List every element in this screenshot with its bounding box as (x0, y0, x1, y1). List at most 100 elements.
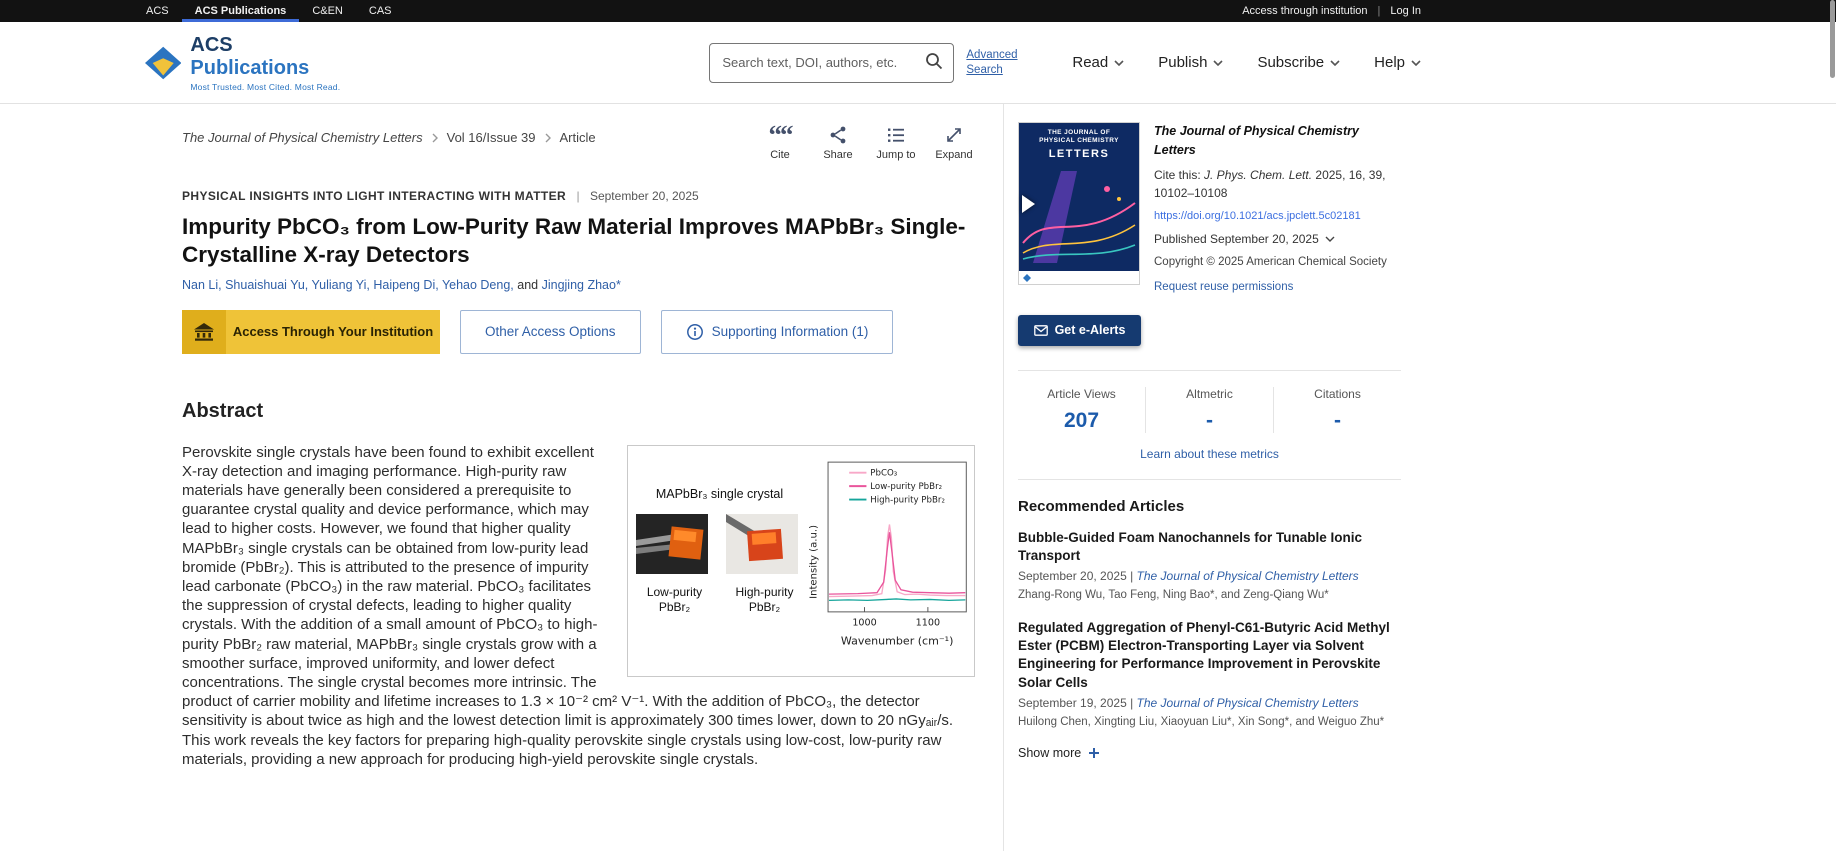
article-tools: ““ Cite Share Jump to (759, 124, 975, 161)
author-link[interactable]: Haipeng Di, (373, 278, 442, 292)
chevron-down-icon (1114, 60, 1124, 66)
metric-citations: Citations - (1273, 387, 1401, 433)
nav-subscribe[interactable]: Subscribe (1257, 54, 1340, 71)
recommended-heading: Recommended Articles (1018, 498, 1401, 515)
cover-line2: PHYSICAL CHEMISTRY (1039, 137, 1119, 144)
info-icon (686, 323, 704, 341)
logo-title-acs: ACS (190, 34, 232, 56)
learn-about-metrics-link[interactable]: Learn about these metrics (1018, 447, 1401, 461)
publication-date: September 20, 2025 (590, 189, 699, 203)
login-link[interactable]: Log In (1390, 0, 1421, 22)
recommended-article-date: September 20, 2025 | (1018, 569, 1133, 583)
published-date: Published September 20, 2025 (1154, 230, 1319, 248)
journal-cover[interactable]: THE JOURNAL OF PHYSICAL CHEMISTRY LETTER… (1018, 122, 1140, 285)
recommended-article: Regulated Aggregation of Phenyl-C61-Buty… (1018, 619, 1401, 730)
photo1-caption: Low-purity PbBr₂ (636, 585, 714, 615)
access-institution-button[interactable]: Access Through Your Institution (182, 310, 440, 354)
jump-to-button[interactable]: Jump to (875, 124, 917, 161)
search-button[interactable] (918, 47, 950, 79)
legend-low-purity: Low-purity PbBr₂ (870, 482, 942, 492)
access-institution-label: Access Through Your Institution (226, 324, 440, 339)
cite-icon: ““ (769, 124, 792, 146)
chevron-right-icon (545, 133, 551, 143)
breadcrumb: The Journal of Physical Chemistry Letter… (182, 124, 596, 145)
logo-text: ACS Publications Most Trusted. Most Cite… (190, 34, 350, 92)
chevron-down-icon (1330, 60, 1340, 66)
expand-button[interactable]: Expand (933, 124, 975, 161)
topbar-cen-link[interactable]: C&EN (299, 0, 356, 22)
citations-label: Citations (1274, 387, 1401, 401)
cite-journal-abbr: J. Phys. Chem. Lett. (1204, 168, 1312, 182)
doi-link[interactable]: https://doi.org/10.1021/acs.jpclett.5c02… (1154, 208, 1401, 225)
author-link[interactable]: Jingjing Zhao* (542, 278, 621, 292)
high-purity-crystal-photo (726, 514, 798, 574)
article-category-row: PHYSICAL INSIGHTS INTO LIGHT INTERACTING… (182, 189, 975, 203)
breadcrumb-issue[interactable]: Vol 16/Issue 39 (447, 130, 536, 145)
other-access-options-button[interactable]: Other Access Options (460, 310, 641, 354)
request-reuse-permissions-link[interactable]: Request reuse permissions (1154, 281, 1293, 293)
cover-publisher-strip (1019, 271, 1139, 284)
site-header: ACS Publications Most Trusted. Most Cite… (0, 22, 1836, 104)
expand-label: Expand (935, 149, 972, 161)
access-through-institution-link[interactable]: Access through institution (1242, 0, 1367, 22)
crystal-label: MAPbBr₃ single crystal (656, 486, 783, 502)
recommended-article-authors: Huilong Chen, Xingting Liu, Xiaoyuan Liu… (1018, 714, 1401, 730)
recommended-article-title[interactable]: Regulated Aggregation of Phenyl-C61-Buty… (1018, 619, 1401, 692)
article-title: Impurity PbCO₃ from Low-Purity Raw Mater… (182, 213, 975, 270)
x-tick-1000: 1000 (852, 617, 876, 628)
topbar-separator: | (1378, 0, 1381, 22)
cite-prefix: Cite this: (1154, 168, 1204, 182)
nav-read-label: Read (1072, 54, 1108, 71)
author-link[interactable]: Yehao Deng, (442, 278, 517, 292)
author-link[interactable]: Nan Li, (182, 278, 225, 292)
share-button[interactable]: Share (817, 124, 859, 161)
logo-tagline: Most Trusted. Most Cited. Most Read. (190, 82, 350, 92)
spectrum-panel: PbCO₃ Low-purity PbBr₂ High-purity PbBr₂… (805, 446, 974, 676)
other-access-options-label: Other Access Options (485, 324, 616, 339)
legend-high-purity: High-purity PbBr₂ (870, 495, 945, 505)
institution-bank-icon (182, 310, 226, 354)
nav-help[interactable]: Help (1374, 54, 1421, 71)
cover-line3: LETTERS (1022, 147, 1136, 161)
topbar: ACS ACS Publications C&EN CAS Access thr… (0, 0, 1836, 22)
show-more-button[interactable]: Show more (1018, 746, 1401, 760)
journal-title[interactable]: The Journal of Physical Chemistry Letter… (1154, 122, 1401, 160)
recommended-article-title[interactable]: Bubble-Guided Foam Nanochannels for Tuna… (1018, 529, 1401, 565)
article-sidebar: THE JOURNAL OF PHYSICAL CHEMISTRY LETTER… (1003, 104, 1421, 851)
nav-read[interactable]: Read (1072, 54, 1124, 71)
author-link[interactable]: Yuliang Yi, (312, 278, 374, 292)
author-list: Nan Li, Shuaishuai Yu, Yuliang Yi, Haipe… (182, 278, 975, 292)
supporting-information-button[interactable]: Supporting Information (1) (661, 310, 894, 354)
topbar-cas-link[interactable]: CAS (356, 0, 405, 22)
altmetric-label: Altmetric (1146, 387, 1273, 401)
nav-help-label: Help (1374, 54, 1405, 71)
publication-history-toggle[interactable]: Published September 20, 2025 (1154, 230, 1401, 248)
journal-cover-art (1019, 163, 1139, 263)
get-e-alerts-label: Get e-Alerts (1055, 323, 1126, 337)
main-nav: Read Publish Subscribe Help (1072, 54, 1421, 71)
envelope-icon (1034, 325, 1048, 336)
author-link[interactable]: Shuaishuai Yu, (225, 278, 311, 292)
abstract-graphic: MAPbBr₃ single crystal Low-purity PbBr₂ (627, 445, 975, 677)
play-icon[interactable] (1022, 195, 1035, 213)
search-icon (924, 51, 944, 71)
plus-icon (1088, 747, 1100, 759)
chevron-right-icon (432, 133, 438, 143)
recommended-article-journal-link[interactable]: The Journal of Physical Chemistry Letter… (1137, 569, 1359, 583)
topbar-acs-publications-link[interactable]: ACS Publications (182, 0, 300, 22)
cover-line1: THE JOURNAL OF (1048, 129, 1111, 136)
recommended-articles: Recommended Articles Bubble-Guided Foam … (1018, 479, 1401, 761)
advanced-search-link[interactable]: Advanced Search (966, 48, 1028, 78)
recommended-article-journal-link[interactable]: The Journal of Physical Chemistry Letter… (1137, 696, 1359, 710)
citations-value: - (1274, 409, 1401, 433)
special-issue-label[interactable]: PHYSICAL INSIGHTS INTO LIGHT INTERACTING… (182, 189, 566, 203)
jump-to-list-icon (886, 124, 906, 146)
nav-publish[interactable]: Publish (1158, 54, 1223, 71)
cite-button[interactable]: ““ Cite (759, 124, 801, 161)
get-e-alerts-button[interactable]: Get e-Alerts (1018, 315, 1141, 346)
topbar-acs-link[interactable]: ACS (133, 0, 182, 22)
abstract-heading: Abstract (182, 400, 975, 423)
acs-publications-logo[interactable]: ACS Publications Most Trusted. Most Cite… (145, 34, 350, 92)
scrollbar-thumb[interactable] (1830, 0, 1835, 78)
breadcrumb-journal[interactable]: The Journal of Physical Chemistry Letter… (182, 130, 423, 145)
